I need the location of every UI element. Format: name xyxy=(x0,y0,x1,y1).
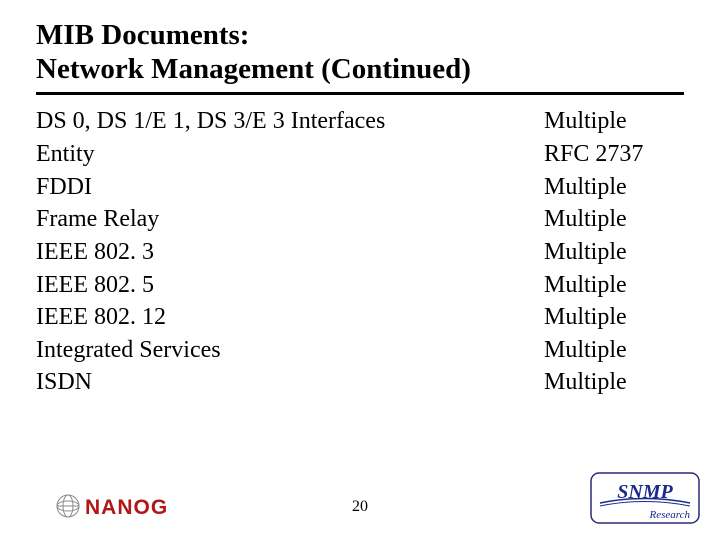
row-value: Multiple xyxy=(534,236,684,269)
slide-title: MIB Documents: Network Management (Conti… xyxy=(36,18,692,86)
row-value: Multiple xyxy=(534,105,684,138)
row-label: IEEE 802. 12 xyxy=(36,301,534,334)
table-row: FDDIMultiple xyxy=(36,171,684,204)
row-value: RFC 2737 xyxy=(534,138,684,171)
table-row: Integrated ServicesMultiple xyxy=(36,334,684,367)
row-value: Multiple xyxy=(534,203,684,236)
footer: NANOG 20 SNMP Research xyxy=(0,468,720,528)
snmp-research-logo: SNMP Research xyxy=(590,472,700,526)
row-label: Integrated Services xyxy=(36,334,534,367)
row-label: ISDN xyxy=(36,366,534,399)
row-value: Multiple xyxy=(534,171,684,204)
table-row: ISDNMultiple xyxy=(36,366,684,399)
slide: MIB Documents: Network Management (Conti… xyxy=(0,0,720,540)
row-label: Entity xyxy=(36,138,534,171)
row-value: Multiple xyxy=(534,269,684,302)
row-value: Multiple xyxy=(534,334,684,367)
table-row: EntityRFC 2737 xyxy=(36,138,684,171)
table-row: IEEE 802. 5Multiple xyxy=(36,269,684,302)
row-value: Multiple xyxy=(534,366,684,399)
row-value: Multiple xyxy=(534,301,684,334)
table-row: DS 0, DS 1/E 1, DS 3/E 3 InterfacesMulti… xyxy=(36,105,684,138)
row-label: IEEE 802. 3 xyxy=(36,236,534,269)
table-row: Frame RelayMultiple xyxy=(36,203,684,236)
title-line-2: Network Management (Continued) xyxy=(36,53,471,85)
svg-text:Research: Research xyxy=(648,509,690,521)
horizontal-rule xyxy=(36,92,684,95)
row-label: Frame Relay xyxy=(36,203,534,236)
row-label: IEEE 802. 5 xyxy=(36,269,534,302)
table-row: IEEE 802. 12Multiple xyxy=(36,301,684,334)
row-label: FDDI xyxy=(36,171,534,204)
title-line-1: MIB Documents: xyxy=(36,19,249,51)
table-row: IEEE 802. 3Multiple xyxy=(36,236,684,269)
content-list: DS 0, DS 1/E 1, DS 3/E 3 InterfacesMulti… xyxy=(36,105,684,399)
row-label: DS 0, DS 1/E 1, DS 3/E 3 Interfaces xyxy=(36,105,534,138)
